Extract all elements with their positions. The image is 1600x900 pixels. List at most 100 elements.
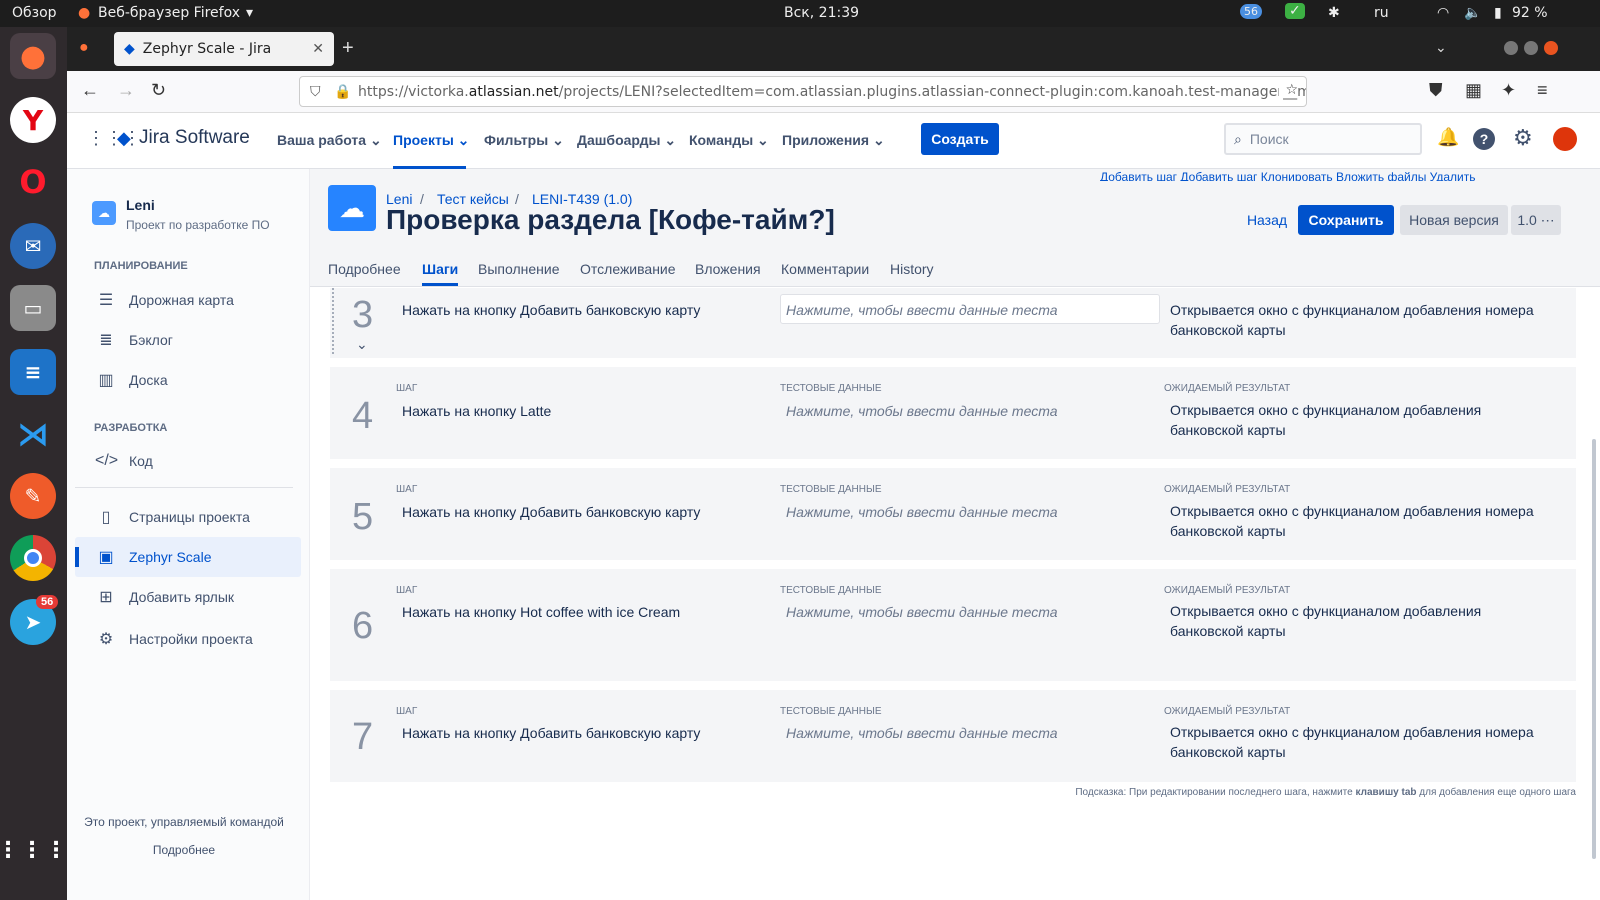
- settings-gear-icon[interactable]: ⚙: [1513, 125, 1533, 151]
- close-window-icon[interactable]: [1544, 41, 1558, 55]
- menu-apps[interactable]: Приложения ⌄: [782, 132, 885, 149]
- files-icon[interactable]: ▭: [10, 285, 56, 331]
- tab-details[interactable]: Подробнее: [328, 261, 401, 277]
- pocket-icon[interactable]: ⛊: [1429, 80, 1443, 101]
- url-bar[interactable]: ⛉ 🔒 https://victorka. atlassian.net/proje…: [299, 76, 1307, 107]
- tab-history[interactable]: History: [890, 261, 934, 277]
- new-version-button[interactable]: Новая версия: [1400, 205, 1508, 235]
- test-data-placeholder[interactable]: Нажмите, чтобы ввести данные теста: [786, 403, 1058, 419]
- clock[interactable]: Вск, 21:39: [784, 5, 859, 21]
- create-button[interactable]: Создать: [921, 123, 999, 155]
- back-button[interactable]: Назад: [1244, 205, 1290, 235]
- qr-icon[interactable]: ▦: [1465, 80, 1482, 101]
- chrome-icon[interactable]: [10, 535, 56, 581]
- tab-title: Zephyr Scale - Jira: [142, 41, 272, 57]
- scrollbar[interactable]: [1592, 439, 1596, 859]
- shield-icon[interactable]: ⛉: [310, 84, 321, 100]
- learn-more-link[interactable]: Подробнее: [67, 843, 301, 857]
- step-text[interactable]: Нажать на кнопку Latte: [402, 403, 551, 419]
- sidebar-item-code[interactable]: </> Код: [75, 441, 301, 481]
- battery-level[interactable]: 92 %: [1512, 5, 1548, 21]
- tab-attachments[interactable]: Вложения: [695, 261, 761, 277]
- step-text[interactable]: Нажать на кнопку Добавить банковскую кар…: [402, 725, 700, 741]
- postman-icon[interactable]: ✎: [10, 473, 56, 519]
- tab-zephyr[interactable]: ◆ Zephyr Scale - Jira ✕: [114, 32, 334, 66]
- language-indicator[interactable]: ru: [1374, 5, 1389, 21]
- notification-badge[interactable]: 56: [1240, 4, 1262, 19]
- avatar[interactable]: [1553, 127, 1577, 151]
- menu-dashboards[interactable]: Дашбoарды ⌄: [577, 132, 676, 149]
- app-grid-icon[interactable]: ⋮⋮⋮: [0, 827, 67, 873]
- thunderbird-icon[interactable]: ✉: [10, 223, 56, 269]
- tab-execution[interactable]: Выполнение: [478, 261, 559, 277]
- sidebar-item-board[interactable]: ▥ Доска: [75, 360, 301, 400]
- lock-icon[interactable]: 🔒: [334, 84, 351, 100]
- step-actions-cut[interactable]: Добавить шаг Добавить шаг Клонировать Вл…: [1100, 171, 1550, 181]
- bookmark-star-icon[interactable]: ☆: [1279, 82, 1298, 98]
- app-switcher-icon[interactable]: ⋮⋮⋮: [87, 128, 141, 149]
- step-row[interactable]: 3 ⌄ Нажать на кнопку Добавить банковскую…: [330, 288, 1576, 358]
- expected-result[interactable]: Открывается окно с функцианалом добавлен…: [1170, 722, 1550, 762]
- project-name[interactable]: Leni: [126, 197, 155, 213]
- step-row[interactable]: ШАГ ТЕСТОВЫЕ ДАННЫЕ ОЖИДАЕМЫЙ РЕЗУЛЬТАТ …: [330, 569, 1576, 681]
- test-data-placeholder[interactable]: Нажмите, чтобы ввести данные теста: [786, 504, 1058, 520]
- code-icon: </>: [95, 452, 119, 469]
- new-tab-icon[interactable]: +: [342, 37, 354, 60]
- sidebar-item-pages[interactable]: ▯ Страницы проекта: [75, 497, 301, 537]
- tab-comments[interactable]: Комментарии: [781, 261, 869, 277]
- menu-your-work[interactable]: Ваша работа ⌄: [277, 132, 382, 149]
- expected-result[interactable]: Открывается окно с функцианалом добавлен…: [1170, 601, 1550, 641]
- jira-logo[interactable]: Jira Software: [139, 127, 250, 149]
- app-menu[interactable]: Веб-браузер Firefox: [98, 5, 240, 21]
- firefox-view-icon[interactable]: ●: [79, 39, 89, 57]
- drag-handle[interactable]: [332, 288, 334, 354]
- close-tab-icon[interactable]: ✕: [312, 41, 324, 57]
- menu-icon[interactable]: ≡: [1537, 80, 1548, 101]
- step-text[interactable]: Нажать на кнопку Добавить банковскую кар…: [402, 302, 700, 318]
- volume-icon[interactable]: 🔈: [1464, 5, 1481, 21]
- step-row[interactable]: ШАГ ТЕСТОВЫЕ ДАННЫЕ ОЖИДАЕМЫЙ РЕЗУЛЬТАТ …: [330, 367, 1576, 459]
- check-icon[interactable]: ✓: [1285, 3, 1305, 19]
- firefox-dock-icon[interactable]: ●: [10, 33, 56, 79]
- sidebar-item-add-shortcut[interactable]: ⊞ Добавить ярлык: [75, 577, 301, 617]
- notifications-icon[interactable]: 🔔: [1437, 127, 1459, 148]
- sidebar-item-roadmap[interactable]: ☰ Дорожная карта: [75, 280, 301, 320]
- step-text[interactable]: Нажать на кнопку Добавить банковскую кар…: [402, 504, 700, 520]
- expected-result[interactable]: Открывается окно с функцианалом добавлен…: [1170, 300, 1550, 340]
- menu-teams[interactable]: Команды ⌄: [689, 132, 769, 149]
- version-menu-button[interactable]: 1.0 ⋯: [1511, 205, 1561, 235]
- activities-button[interactable]: Обзор: [12, 5, 57, 21]
- expected-result[interactable]: Открывается окно с функцианалом добавлен…: [1170, 501, 1550, 541]
- forward-icon[interactable]: →: [117, 80, 135, 101]
- tab-tracking[interactable]: Отслеживание: [580, 261, 676, 277]
- test-data-label: ТЕСТОВЫЕ ДАННЫЕ: [780, 383, 882, 394]
- opera-icon[interactable]: O: [10, 159, 56, 205]
- extensions-icon[interactable]: ✦: [1501, 80, 1516, 101]
- tab-list-icon[interactable]: ⌄: [1435, 39, 1447, 56]
- vscode-icon[interactable]: ⋊: [10, 411, 56, 457]
- yandex-browser-icon[interactable]: Y: [10, 97, 56, 143]
- maximize-icon[interactable]: [1524, 41, 1538, 55]
- sidebar-item-settings[interactable]: ⚙ Настройки проекта: [75, 619, 301, 659]
- help-icon[interactable]: ?: [1473, 128, 1495, 150]
- test-data-placeholder[interactable]: Нажмите, чтобы ввести данные теста: [786, 725, 1058, 741]
- step-text[interactable]: Нажать на кнопку Hot coffee with ice Cre…: [402, 604, 680, 620]
- test-data-placeholder[interactable]: Нажмите, чтобы ввести данные теста: [786, 604, 1058, 620]
- bluetooth-icon[interactable]: ✱: [1328, 5, 1340, 21]
- search-input[interactable]: ⌕ Поиск: [1224, 123, 1422, 155]
- reload-icon[interactable]: ↻: [151, 80, 166, 101]
- wifi-icon[interactable]: ◠: [1437, 5, 1449, 21]
- sidebar-item-backlog[interactable]: ≣ Бэклог: [75, 320, 301, 360]
- writer-icon[interactable]: ≡: [10, 349, 56, 395]
- step-row[interactable]: ШАГ ТЕСТОВЫЕ ДАННЫЕ ОЖИДАЕМЫЙ РЕЗУЛЬТАТ …: [330, 468, 1576, 560]
- save-button[interactable]: Сохранить: [1298, 205, 1394, 235]
- tab-steps[interactable]: Шаги: [422, 261, 458, 277]
- expected-result[interactable]: Открывается окно с функцианалом добавлен…: [1170, 400, 1550, 440]
- chevron-down-icon[interactable]: ⌄: [356, 336, 368, 353]
- minimize-icon[interactable]: [1504, 41, 1518, 55]
- step-row[interactable]: ШАГ ТЕСТОВЫЕ ДАННЫЕ ОЖИДАЕМЫЙ РЕЗУЛЬТАТ …: [330, 690, 1576, 782]
- sidebar-item-zephyr[interactable]: ▣ Zephyr Scale: [75, 537, 301, 577]
- menu-filters[interactable]: Фильтры ⌄: [484, 132, 564, 149]
- menu-projects[interactable]: Проекты ⌄: [393, 132, 469, 149]
- back-icon[interactable]: ←: [81, 80, 99, 101]
